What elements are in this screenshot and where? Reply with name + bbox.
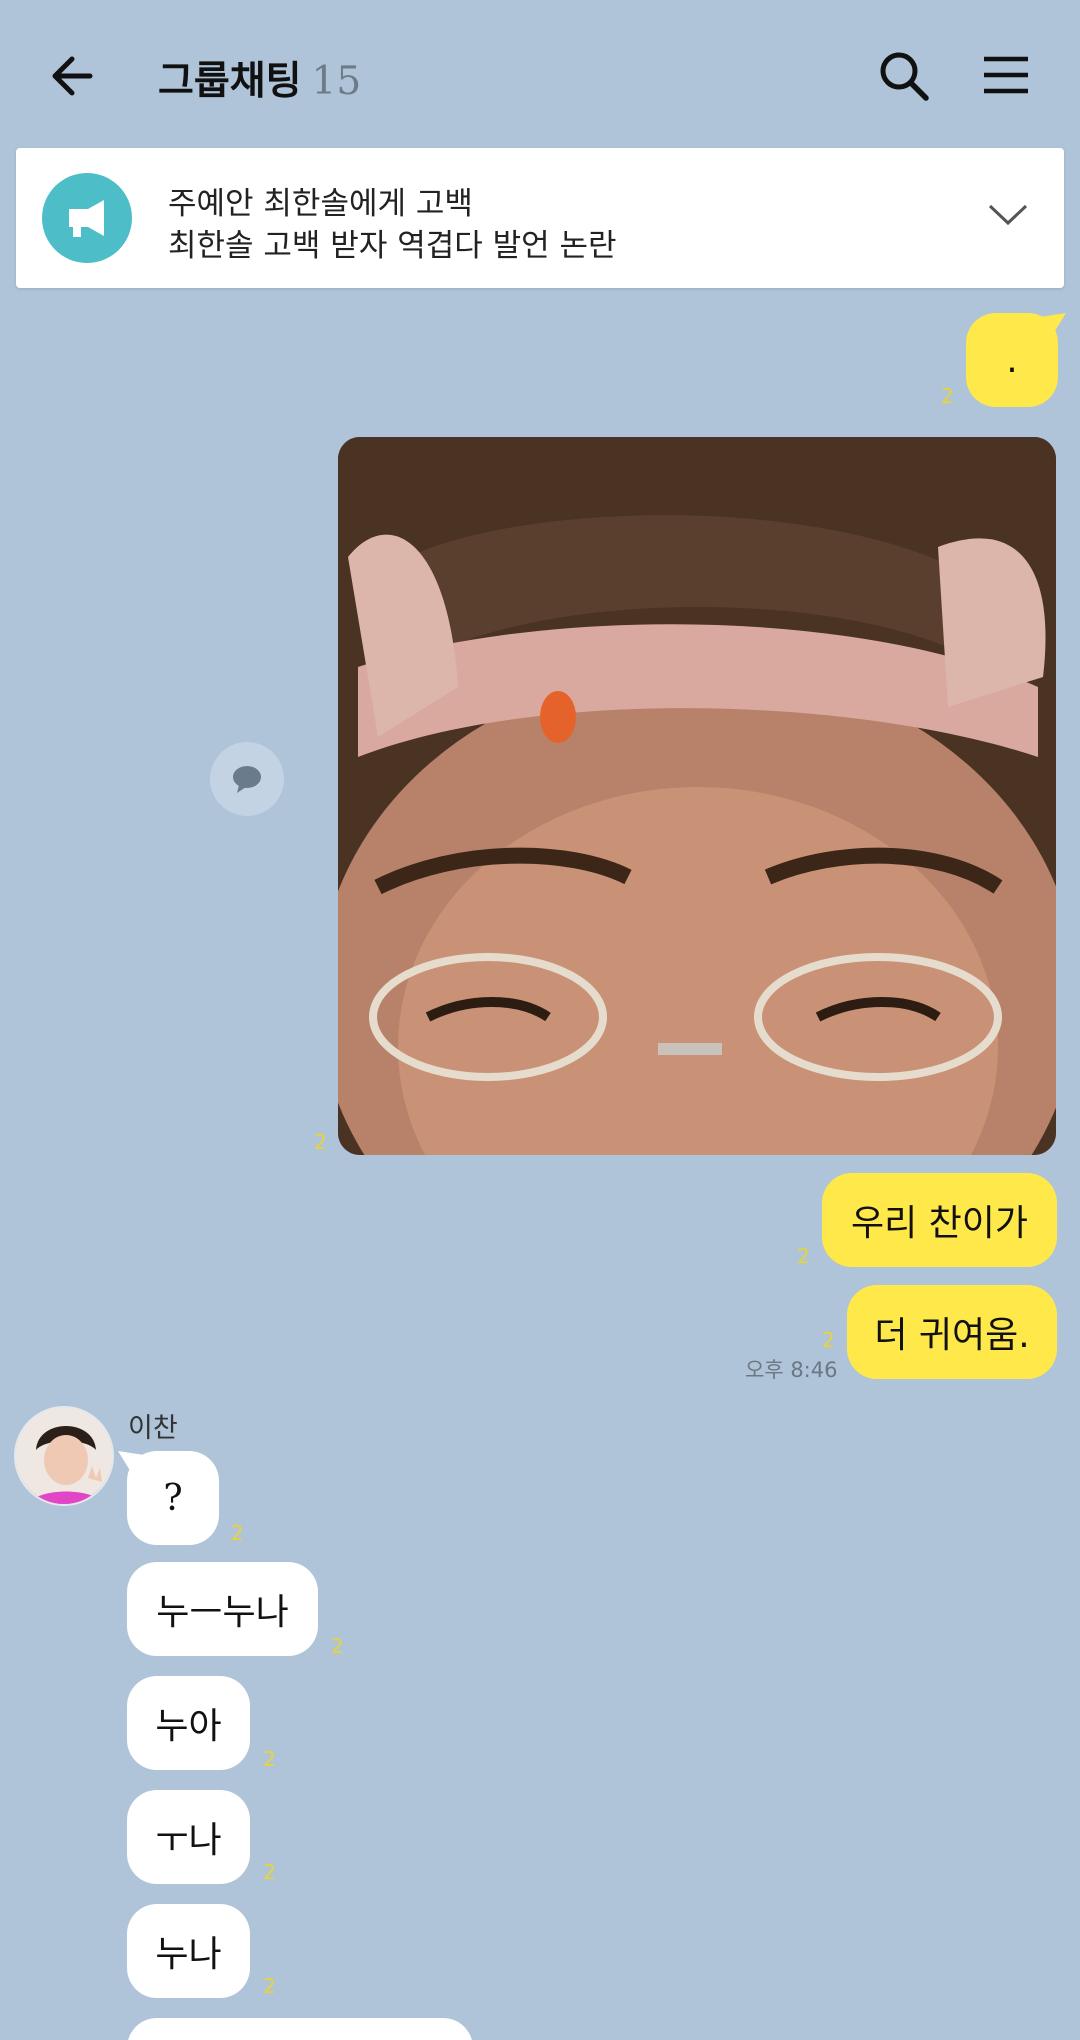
unread-count: 2 [263,1860,276,1884]
chat-title: 그룹채팅 15 [158,50,361,106]
notice-title: 주예안 최한솔에게 고백 [168,186,473,222]
speech-bubble-icon [233,766,261,793]
bubble-tail [118,1451,144,1477]
message-bubble-incoming[interactable]: 누ㅡ누나 [127,1562,318,1656]
arrow-left-icon [52,56,93,96]
message-bubble-outgoing[interactable]: 우리 찬이가 [822,1173,1057,1267]
back-button[interactable] [46,44,110,108]
hamburger-menu-icon [984,56,1028,94]
search-button[interactable] [872,44,936,108]
unread-count: 2 [263,1974,276,1998]
avatar[interactable] [14,1406,114,1506]
unread-count: 2 [331,1634,344,1658]
message-bubble-incoming[interactable]: ㅜ나 [127,1790,250,1884]
message-bubble-incoming[interactable]: 누아 [127,1676,250,1770]
chat-title-text: 그룹채팅 [158,59,302,104]
message-bubble-incoming[interactable] [127,2018,473,2040]
unread-count: 2 [314,1130,327,1154]
unread-count: 2 [797,1244,810,1268]
message-text: 더 귀여움. [874,1315,1030,1356]
megaphone-icon [42,173,132,263]
message-timestamp: 오후 8:46 [745,1358,838,1382]
chevron-down-icon[interactable] [986,198,1030,230]
shared-photo[interactable] [338,437,1056,1155]
notice-banner[interactable]: 주예안 최한솔에게 고백 최한솔 고백 받자 역겹다 발언 논란 [16,148,1064,288]
notice-subtitle: 최한솔 고백 받자 역겹다 발언 논란 [168,228,617,264]
message-text: 누아 [155,1706,222,1747]
message-text: ? [163,1477,183,1519]
unread-count: 2 [231,1521,244,1545]
message-bubble-incoming[interactable]: 누나 [127,1904,250,1998]
message-text: 누ㅡ누나 [156,1592,289,1633]
unread-count: 2 [941,384,954,408]
member-count: 15 [311,59,362,104]
unread-count: 2 [822,1328,835,1352]
chat-header: 그룹채팅 15 [0,0,1080,150]
sender-name: 이찬 [128,1413,178,1444]
message-text: ㅜ나 [155,1820,222,1861]
message-bubble-outgoing[interactable]: 더 귀여움. [847,1285,1057,1379]
bubble-tail [1040,313,1066,339]
unread-count: 2 [263,1747,276,1771]
message-text: 우리 찬이가 [850,1203,1029,1244]
message-text: . [1006,339,1018,381]
message-text: 누나 [155,1934,222,1975]
search-icon [880,52,929,101]
menu-button[interactable] [974,44,1038,108]
share-button[interactable] [210,742,284,816]
